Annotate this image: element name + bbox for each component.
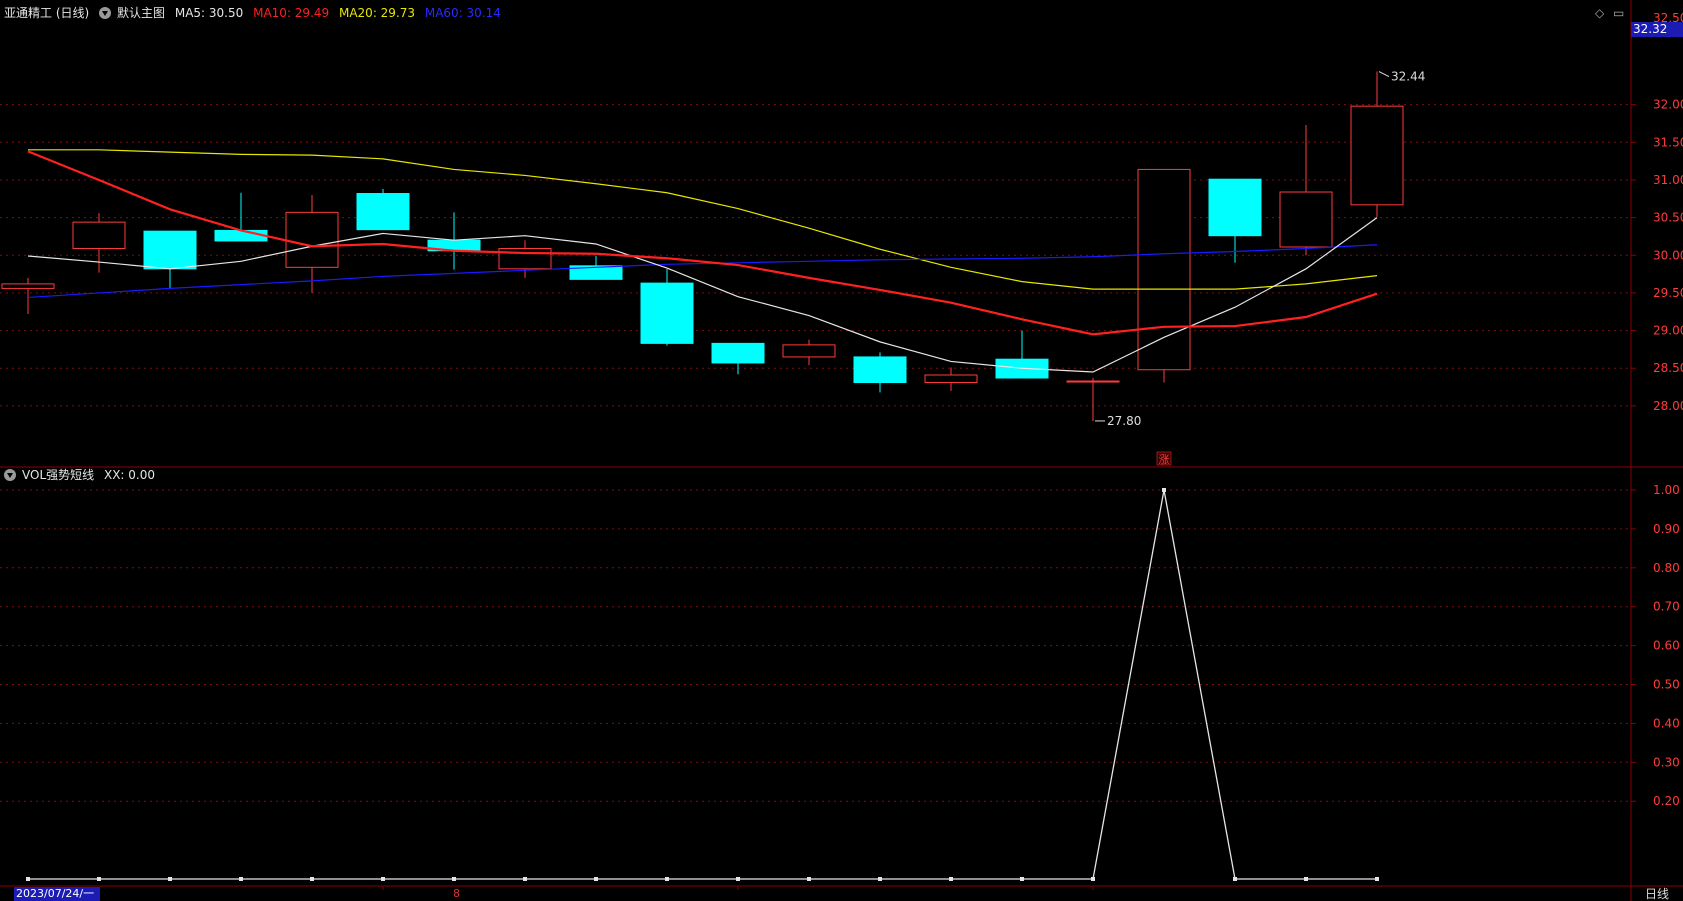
period-label[interactable]: 日线 (1645, 887, 1669, 901)
indicator-point (736, 877, 740, 881)
diamond-icon[interactable]: ◇ (1595, 6, 1604, 20)
indicator-point (665, 877, 669, 881)
sub-tick-label: 0.60 (1653, 639, 1680, 653)
candle-body-down (1208, 178, 1262, 237)
sub-tick-label: 0.80 (1653, 561, 1680, 575)
indicator-header: VOL强势短线 XX: 0.00 (4, 468, 161, 482)
indicator-point (1091, 877, 1095, 881)
indicator-dropdown-icon[interactable] (4, 469, 16, 481)
indicator-point (949, 877, 953, 881)
main-tick-label: 30.00 (1653, 248, 1683, 262)
low-label: 27.80 (1107, 414, 1141, 428)
candle-body-up (782, 344, 836, 358)
main-chart-header: 亚通精工 (日线) 默认主图 MA5: 30.50 MA10: 29.49 MA… (4, 6, 507, 20)
candle-body-up (924, 374, 978, 384)
sub-tick-label: 0.70 (1653, 600, 1680, 614)
indicator-point (1233, 877, 1237, 881)
indicator-point (1304, 877, 1308, 881)
stock-title[interactable]: 亚通精工 (日线) (4, 6, 89, 20)
sub-tick-label: 0.20 (1653, 794, 1680, 808)
ma60-value: MA60: 30.14 (424, 6, 501, 20)
indicator-point (1162, 488, 1166, 492)
month-label: 8 (453, 887, 460, 900)
sub-tick-label: 0.90 (1653, 522, 1680, 536)
indicator-point (26, 877, 30, 881)
indicator-point (168, 877, 172, 881)
main-tick-label: 28.50 (1653, 361, 1683, 375)
ma20-value: MA20: 29.73 (338, 6, 416, 20)
candle-body-down (214, 229, 268, 242)
sub-tick-label: 0.50 (1653, 678, 1680, 692)
indicator-point (878, 877, 882, 881)
indicator-point (310, 877, 314, 881)
indicator-point (97, 877, 101, 881)
main-tick-label: 29.00 (1653, 324, 1683, 338)
sub-tick-label: 0.30 (1653, 755, 1680, 769)
candle-body-up (1137, 168, 1191, 371)
indicator-point (1375, 877, 1379, 881)
rise-marker-label: 涨 (1159, 453, 1170, 466)
main-tick-label: 32.00 (1653, 98, 1683, 112)
main-tick-label: 31.00 (1653, 173, 1683, 187)
indicator-value: XX: 0.00 (103, 468, 155, 482)
high-pointer (1378, 71, 1390, 77)
indicator-name[interactable]: VOL强势短线 (22, 468, 94, 482)
crosshair-date-label: 2023/07/24/一 (14, 887, 100, 901)
candle-body-up (285, 211, 339, 268)
candle-body-up (1350, 105, 1404, 206)
template-label[interactable]: 默认主图 (117, 6, 165, 20)
ma5-value: MA5: 30.50 (174, 6, 244, 20)
window-icon[interactable]: ▭ (1613, 6, 1624, 20)
main-tick-label: 29.50 (1653, 286, 1683, 300)
candle-body-down (356, 193, 410, 231)
indicator-point (452, 877, 456, 881)
indicator-point (381, 877, 385, 881)
template-dropdown-icon[interactable] (99, 7, 112, 19)
high-label: 32.44 (1391, 70, 1425, 84)
indicator-point (1020, 877, 1024, 881)
main-tick-label: 31.50 (1653, 135, 1683, 149)
candle-body-down (853, 356, 907, 384)
ma10-value: MA10: 29.49 (253, 6, 330, 20)
candle-body-up (1, 283, 55, 289)
indicator-point (807, 877, 811, 881)
candle-body-down (640, 282, 694, 344)
candle-body-down (143, 230, 197, 270)
main-tick-label: 28.00 (1653, 399, 1683, 413)
candle-body-down (711, 342, 765, 364)
main-tick-label: 30.50 (1653, 211, 1683, 225)
sub-tick-label: 0.40 (1653, 716, 1680, 730)
indicator-point (523, 877, 527, 881)
sub-tick-label: 1.00 (1653, 483, 1680, 497)
kline-chart-canvas[interactable]: 28.00 28.50 29.00 29.50 30.00 30.50 31.00 31.50… (0, 0, 1683, 901)
indicator-point (594, 877, 598, 881)
current-price-badge: 32.32 (1631, 22, 1683, 37)
candle-body-up (72, 221, 126, 249)
candle-body-up (1066, 380, 1120, 383)
indicator-point (239, 877, 243, 881)
candle-body-up (1279, 191, 1333, 248)
